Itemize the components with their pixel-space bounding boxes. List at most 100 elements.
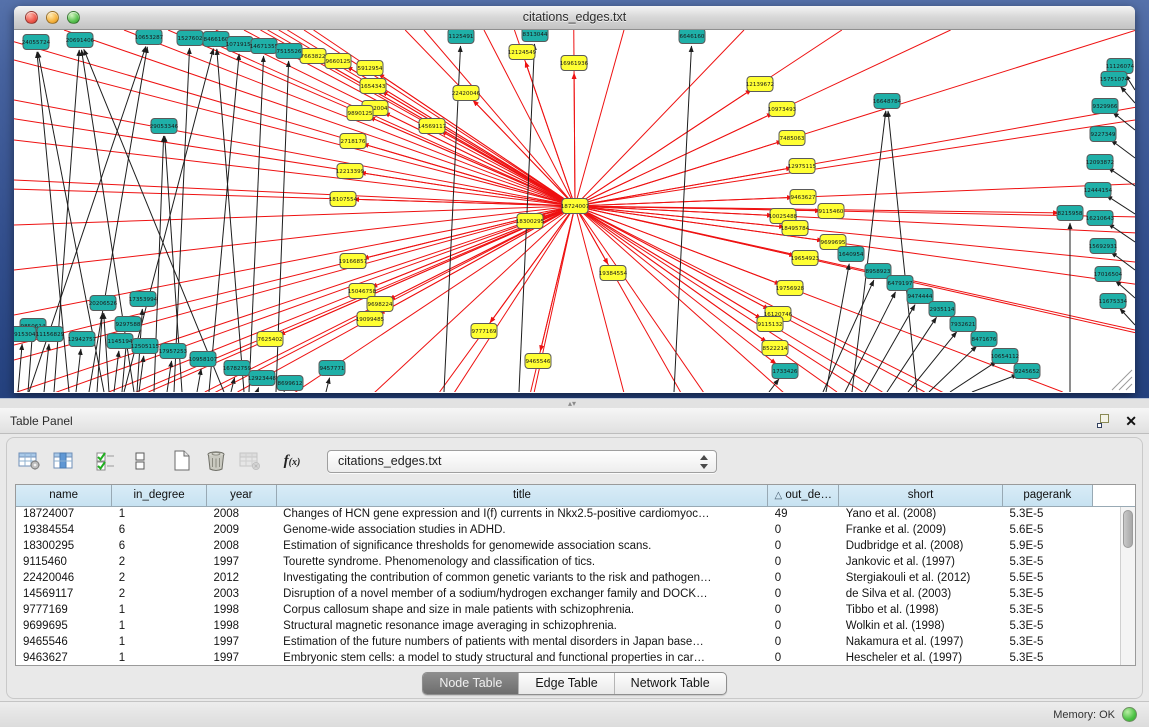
network-graph-canvas[interactable]: 1872400712139672109734937485063129751159… xyxy=(14,30,1135,392)
graph-node[interactable]: 9777169 xyxy=(471,324,497,339)
graph-node[interactable]: 12444154 xyxy=(1084,183,1113,198)
table-row[interactable]: 911546021997Tourette syndrome. Phenomeno… xyxy=(16,554,1135,570)
graph-node[interactable]: 12139672 xyxy=(746,77,774,92)
graph-node[interactable]: 16210643 xyxy=(1086,211,1115,226)
column-header-short[interactable]: short xyxy=(839,485,1003,506)
graph-node[interactable]: 12124549 xyxy=(508,45,537,60)
tab-edge-table[interactable]: Edge Table xyxy=(519,673,614,694)
cell-title[interactable]: Investigating the contribution of common… xyxy=(276,570,768,586)
graph-node[interactable]: 20206526 xyxy=(89,296,118,311)
panel-divider[interactable]: ▴▾ xyxy=(0,398,1149,408)
graph-node[interactable]: 18300295 xyxy=(516,214,545,229)
cell-in_degree[interactable]: 1 xyxy=(112,506,207,522)
table-selector[interactable]: citations_edges.txt xyxy=(327,450,717,473)
column-header-in_degree[interactable]: in_degree xyxy=(112,485,207,506)
graph-node[interactable]: 7515526 xyxy=(276,44,302,59)
graph-node[interactable]: 18495784 xyxy=(781,221,810,236)
cell-title[interactable]: Estimation of significance thresholds fo… xyxy=(276,538,768,554)
graph-node[interactable]: 9457771 xyxy=(319,361,345,376)
graph-node[interactable]: 17957253 xyxy=(159,344,188,359)
graph-node[interactable]: 9474444 xyxy=(907,289,933,304)
graph-node[interactable]: 24055724 xyxy=(22,35,51,50)
import-table-icon[interactable] xyxy=(235,447,265,475)
graph-node[interactable]: 19099485 xyxy=(356,312,385,327)
graph-node[interactable]: 15751074 xyxy=(1100,72,1129,87)
cell-title[interactable]: Embryonic stem cells: a model to study s… xyxy=(276,650,768,666)
graph-node[interactable]: 2718176 xyxy=(340,134,366,149)
cell-in_degree[interactable]: 1 xyxy=(112,634,207,650)
cell-in_degree[interactable]: 6 xyxy=(112,522,207,538)
table-row[interactable]: 946554611997Estimation of the future num… xyxy=(16,634,1135,650)
graph-node[interactable]: 19166857 xyxy=(339,254,368,269)
cell-title[interactable]: Disruption of a novel member of a sodium… xyxy=(276,586,768,602)
graph-node[interactable]: 9698224 xyxy=(367,297,393,312)
table-row[interactable]: 977716911998Corpus callosum shape and si… xyxy=(16,602,1135,618)
window-titlebar[interactable]: citations_edges.txt xyxy=(14,6,1135,30)
cell-out_de[interactable]: 0 xyxy=(768,554,839,570)
column-header-name[interactable]: name xyxy=(16,485,112,506)
graph-node[interactable]: 8699612 xyxy=(277,376,303,391)
cell-in_degree[interactable]: 2 xyxy=(112,570,207,586)
tab-network-table[interactable]: Network Table xyxy=(615,673,726,694)
graph-node[interactable]: 9890125 xyxy=(347,106,373,121)
cell-short[interactable]: Yano et al. (2008) xyxy=(839,506,1003,522)
cell-name[interactable]: 22420046 xyxy=(16,570,112,586)
scrollbar-thumb[interactable] xyxy=(1123,510,1133,548)
cell-out_de[interactable]: 0 xyxy=(768,570,839,586)
function-icon[interactable]: f(x) xyxy=(277,447,307,475)
cell-pagerank[interactable]: 5.3E-5 xyxy=(1002,506,1092,522)
cell-out_de[interactable]: 0 xyxy=(768,586,839,602)
graph-node[interactable]: 7932621 xyxy=(950,317,976,332)
graph-node[interactable]: 10973493 xyxy=(768,102,797,117)
cell-pagerank[interactable]: 5.9E-5 xyxy=(1002,538,1092,554)
cell-title[interactable]: Genome-wide association studies in ADHD. xyxy=(276,522,768,538)
cell-name[interactable]: 19384554 xyxy=(16,522,112,538)
graph-node[interactable]: 19756928 xyxy=(776,281,805,296)
graph-node[interactable]: 10958107 xyxy=(189,352,218,367)
cell-pagerank[interactable]: 5.3E-5 xyxy=(1002,554,1092,570)
graph-node[interactable]: 6646160 xyxy=(679,30,705,44)
cell-short[interactable]: de Silva et al. (2003) xyxy=(839,586,1003,602)
cell-year[interactable]: 2009 xyxy=(206,522,276,538)
cell-name[interactable]: 9115460 xyxy=(16,554,112,570)
graph-node[interactable]: 2935114 xyxy=(929,302,955,317)
graph-node[interactable]: 12923448 xyxy=(248,371,277,386)
table-row[interactable]: 946362711997Embryonic stem cells: a mode… xyxy=(16,650,1135,666)
graph-node[interactable]: 18107554 xyxy=(329,192,358,207)
table-row[interactable]: 1872400712008Changes of HCN gene express… xyxy=(16,506,1135,522)
cell-short[interactable]: Hescheler et al. (1997) xyxy=(839,650,1003,666)
cell-in_degree[interactable]: 1 xyxy=(112,618,207,634)
column-header-pagerank[interactable]: pagerank xyxy=(1002,485,1092,506)
cell-name[interactable]: 9699695 xyxy=(16,618,112,634)
cell-name[interactable]: 14569117 xyxy=(16,586,112,602)
cell-title[interactable]: Changes of HCN gene expression and I(f) … xyxy=(276,506,768,522)
table-row[interactable]: 1830029562008Estimation of significance … xyxy=(16,538,1135,554)
table-scrollbar[interactable] xyxy=(1120,507,1135,665)
graph-node[interactable]: 10654112 xyxy=(991,349,1019,364)
graph-node[interactable]: 19384554 xyxy=(599,266,628,281)
close-panel-icon[interactable]: ✕ xyxy=(1125,412,1137,430)
column-header-out_de[interactable]: △ out_de… xyxy=(768,485,839,506)
cell-short[interactable]: Tibbo et al. (1998) xyxy=(839,602,1003,618)
new-document-icon[interactable] xyxy=(167,447,197,475)
cell-year[interactable]: 1998 xyxy=(206,618,276,634)
graph-node[interactable]: 8522214 xyxy=(762,341,788,356)
cell-short[interactable]: Dudbridge et al. (2008) xyxy=(839,538,1003,554)
table-row[interactable]: 2242004622012Investigating the contribut… xyxy=(16,570,1135,586)
cell-name[interactable]: 9777169 xyxy=(16,602,112,618)
graph-node[interactable]: 10653287 xyxy=(135,30,164,45)
cell-year[interactable]: 1997 xyxy=(206,634,276,650)
graph-node[interactable]: 1145194 xyxy=(107,334,133,349)
cell-pagerank[interactable]: 5.6E-5 xyxy=(1002,522,1092,538)
cell-year[interactable]: 2008 xyxy=(206,506,276,522)
graph-node[interactable]: 9329966 xyxy=(1092,99,1118,114)
tab-node-table[interactable]: Node Table xyxy=(423,673,519,694)
graph-node[interactable]: 12093872 xyxy=(1086,155,1114,170)
graph-node[interactable]: 14671355 xyxy=(250,39,279,54)
graph-node[interactable]: 9915304 xyxy=(14,327,36,342)
cell-short[interactable]: Stergiakouli et al. (2012) xyxy=(839,570,1003,586)
float-panel-icon[interactable] xyxy=(1097,414,1111,428)
cell-title[interactable]: Tourette syndrome. Phenomenology and cla… xyxy=(276,554,768,570)
cell-in_degree[interactable]: 2 xyxy=(112,586,207,602)
graph-node[interactable]: 1733426 xyxy=(772,364,798,379)
